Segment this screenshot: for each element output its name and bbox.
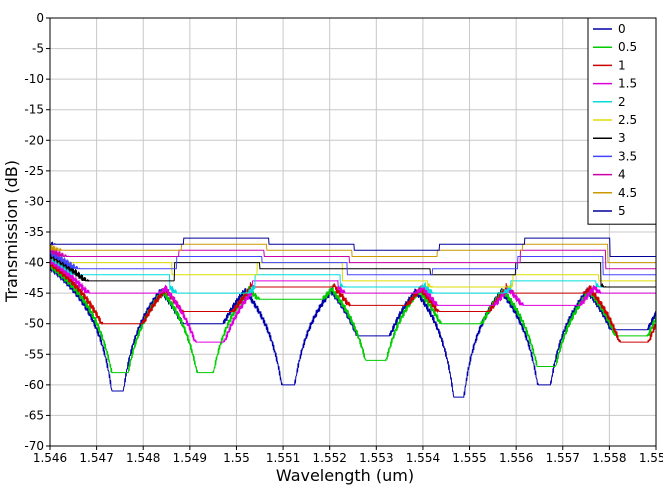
legend-label: 2 <box>618 95 626 109</box>
legend-label: 0 <box>618 22 626 36</box>
y-tick-label: -65 <box>24 408 44 422</box>
y-tick-label: -25 <box>24 164 44 178</box>
y-tick-label: 0 <box>36 11 44 25</box>
legend-label: 4 <box>618 168 626 182</box>
y-tick-label: -20 <box>24 133 44 147</box>
y-tick-label: -5 <box>32 42 44 56</box>
y-tick-label: -15 <box>24 103 44 117</box>
legend: 0 0.5 1 1.5 2 2.5 3 3.5 4 4.5 5 <box>587 17 657 225</box>
x-tick-label: 1.555 <box>452 451 486 465</box>
x-tick-label: 1.554 <box>406 451 440 465</box>
legend-label: 3.5 <box>618 149 637 163</box>
x-tick-label: 1.546 <box>33 451 67 465</box>
y-tick-label: -70 <box>24 439 44 453</box>
x-tick-label: 1.556 <box>499 451 533 465</box>
y-tick-label: -60 <box>24 378 44 392</box>
x-tick-label: 1.557 <box>546 451 580 465</box>
x-tick-label: 1.549 <box>173 451 207 465</box>
legend-label: 3 <box>618 131 626 145</box>
legend-label: 0.5 <box>618 40 637 54</box>
y-tick-label: -45 <box>24 286 44 300</box>
x-tick-label: 1.553 <box>359 451 393 465</box>
y-tick-label: -10 <box>24 72 44 86</box>
x-tick-label: 1.547 <box>79 451 113 465</box>
x-tick-label: 1.558 <box>592 451 626 465</box>
legend-label: 4.5 <box>618 186 637 200</box>
x-tick-label: 1.559 <box>639 451 663 465</box>
x-tick-label: 1.548 <box>126 451 160 465</box>
legend-label: 5 <box>618 204 626 218</box>
y-axis-label: Transmission (dB) <box>2 160 21 303</box>
y-tick-label: -30 <box>24 194 44 208</box>
x-tick-label: 1.55 <box>223 451 250 465</box>
legend-label: 1 <box>618 58 626 72</box>
y-tick-label: -35 <box>24 225 44 239</box>
x-tick-label: 1.552 <box>313 451 347 465</box>
x-tick-label: 1.551 <box>266 451 300 465</box>
x-axis-label: Wavelength (um) <box>276 466 414 485</box>
y-tick-label: -55 <box>24 347 44 361</box>
y-tick-label: -40 <box>24 256 44 270</box>
transmission-chart: 1.546 1.547 1.548 1.549 1.55 1.551 1.552 1.553 1… <box>0 0 663 489</box>
y-tick-label: -50 <box>24 317 44 331</box>
legend-label: 1.5 <box>618 77 637 91</box>
legend-label: 2.5 <box>618 113 637 127</box>
